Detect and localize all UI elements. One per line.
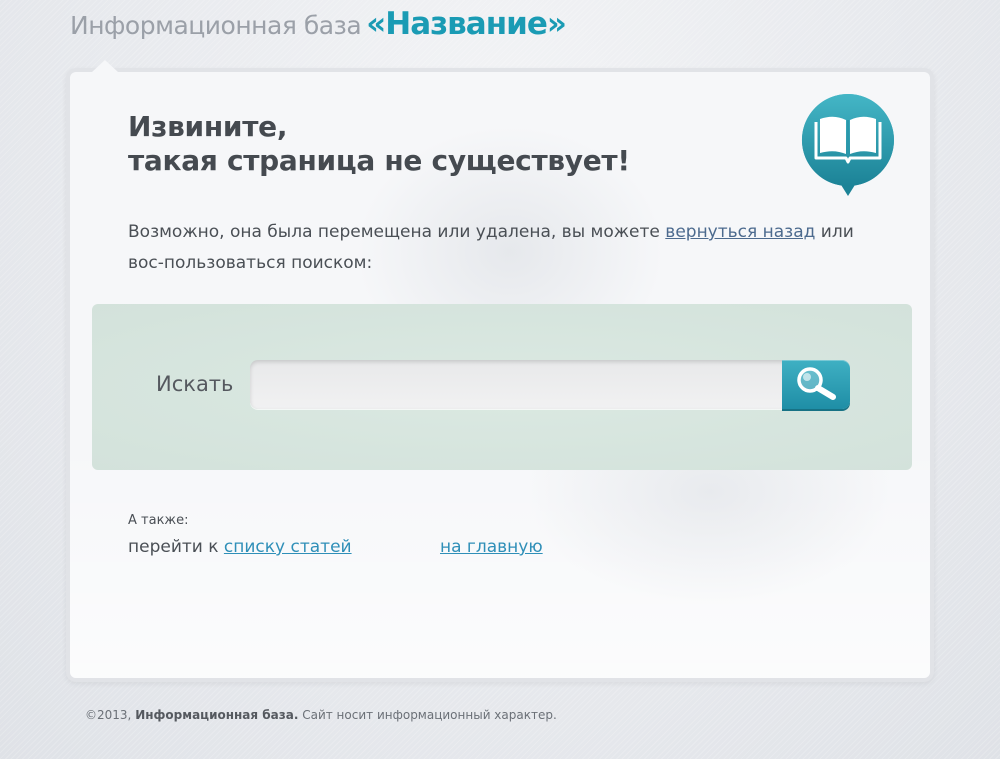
message-text-before: Возможно, она была перемещена или удален… xyxy=(128,222,666,242)
footer-copyright: ©2013, xyxy=(85,708,132,722)
magnifier-icon xyxy=(793,366,839,403)
search-input[interactable] xyxy=(250,360,790,409)
back-link[interactable]: вернуться назад xyxy=(665,222,815,242)
error-card: Извините, такая страница не существует! … xyxy=(70,72,930,678)
footer-note: Сайт носит информационный характер. xyxy=(302,708,557,722)
card-notch xyxy=(92,60,118,72)
goto-prefix: перейти к xyxy=(128,537,224,557)
articles-list-link[interactable]: списку статей xyxy=(224,537,352,557)
footer-site-name: Информационная база. xyxy=(135,708,299,722)
site-title-name: «Название» xyxy=(366,6,567,42)
search-panel: Искать xyxy=(92,304,912,470)
site-title: Информационная база «Название» xyxy=(70,6,567,42)
open-book-icon xyxy=(800,92,896,202)
search-button[interactable] xyxy=(782,360,850,409)
page-title: Извините, такая страница не существует! xyxy=(128,110,630,178)
home-link[interactable]: на главную xyxy=(440,537,543,557)
page-title-line2: такая страница не существует! xyxy=(128,144,630,177)
site-title-prefix: Информационная база xyxy=(70,11,362,40)
also-label: А также: xyxy=(128,513,189,528)
page-title-line1: Извините, xyxy=(128,110,288,143)
goto-row: перейти к списку статей xyxy=(128,537,352,557)
search-label: Искать xyxy=(156,372,234,396)
footer: ©2013, Информационная база. Сайт носит и… xyxy=(85,708,557,722)
error-message: Возможно, она была перемещена или удален… xyxy=(128,217,888,279)
